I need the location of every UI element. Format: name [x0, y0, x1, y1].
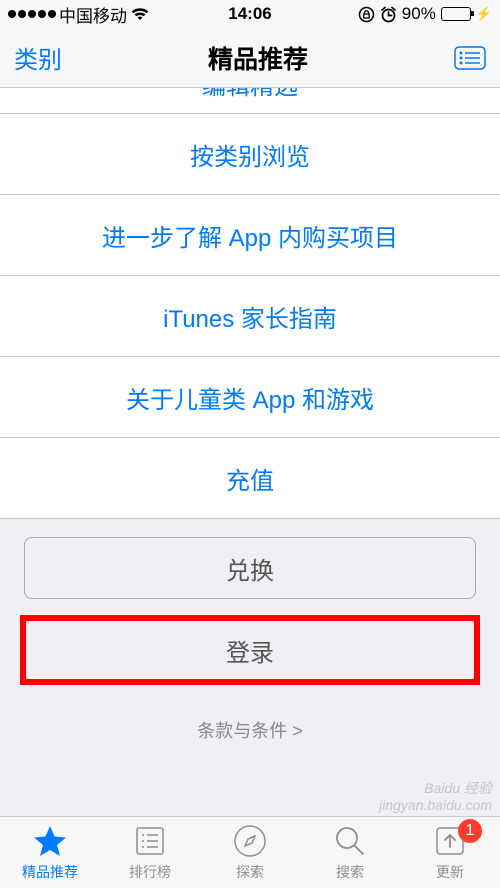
nav-list-button[interactable]	[454, 46, 486, 70]
tab-updates[interactable]: 更新 1	[400, 817, 500, 888]
alarm-icon	[380, 6, 397, 23]
button-section: 兑换 登录	[0, 519, 500, 707]
tab-search[interactable]: 搜索	[300, 817, 400, 888]
signal-icon	[8, 10, 56, 18]
list-item-cutoff[interactable]: 编辑精选	[0, 88, 500, 114]
status-right: 90% ⚡	[358, 4, 492, 24]
tab-featured[interactable]: 精品推荐	[0, 817, 100, 888]
charging-icon: ⚡	[476, 6, 492, 22]
list-item-recharge[interactable]: 充值	[0, 438, 500, 519]
compass-icon	[233, 823, 267, 859]
list-item-kids-apps[interactable]: 关于儿童类 App 和游戏	[0, 357, 500, 438]
terms-link[interactable]: 条款与条件 >	[0, 707, 500, 763]
tab-charts[interactable]: 排行榜	[100, 817, 200, 888]
nav-bar: 类别 精品推荐	[0, 28, 500, 88]
list-item-parent-guide[interactable]: iTunes 家长指南	[0, 276, 500, 357]
battery-pct: 90%	[402, 4, 436, 24]
list-item-browse-categories[interactable]: 按类别浏览	[0, 114, 500, 195]
login-button[interactable]: 登录	[24, 619, 476, 681]
rotation-lock-icon	[358, 6, 375, 23]
watermark: Baidu 经验 jingyan.baidu.com	[379, 780, 492, 814]
battery-icon	[441, 7, 471, 21]
nav-categories-button[interactable]: 类别	[14, 40, 62, 75]
content-list: 编辑精选 按类别浏览 进一步了解 App 内购买项目 iTunes 家长指南 关…	[0, 88, 500, 519]
tab-explore[interactable]: 探索	[200, 817, 300, 888]
wifi-icon	[130, 7, 150, 22]
updates-badge: 1	[458, 819, 482, 843]
nav-title: 精品推荐	[208, 40, 308, 76]
status-left: 中国移动	[8, 2, 150, 27]
charts-icon	[134, 823, 166, 859]
search-icon	[333, 823, 367, 859]
status-bar: 中国移动 14:06 90% ⚡	[0, 0, 500, 28]
list-item-iap-info[interactable]: 进一步了解 App 内购买项目	[0, 195, 500, 276]
status-time: 14:06	[228, 4, 271, 24]
carrier-label: 中国移动	[59, 2, 127, 27]
star-icon	[32, 823, 68, 859]
redeem-button[interactable]: 兑换	[24, 537, 476, 599]
tab-bar: 精品推荐 排行榜 探索 搜索 更新 1	[0, 816, 500, 888]
